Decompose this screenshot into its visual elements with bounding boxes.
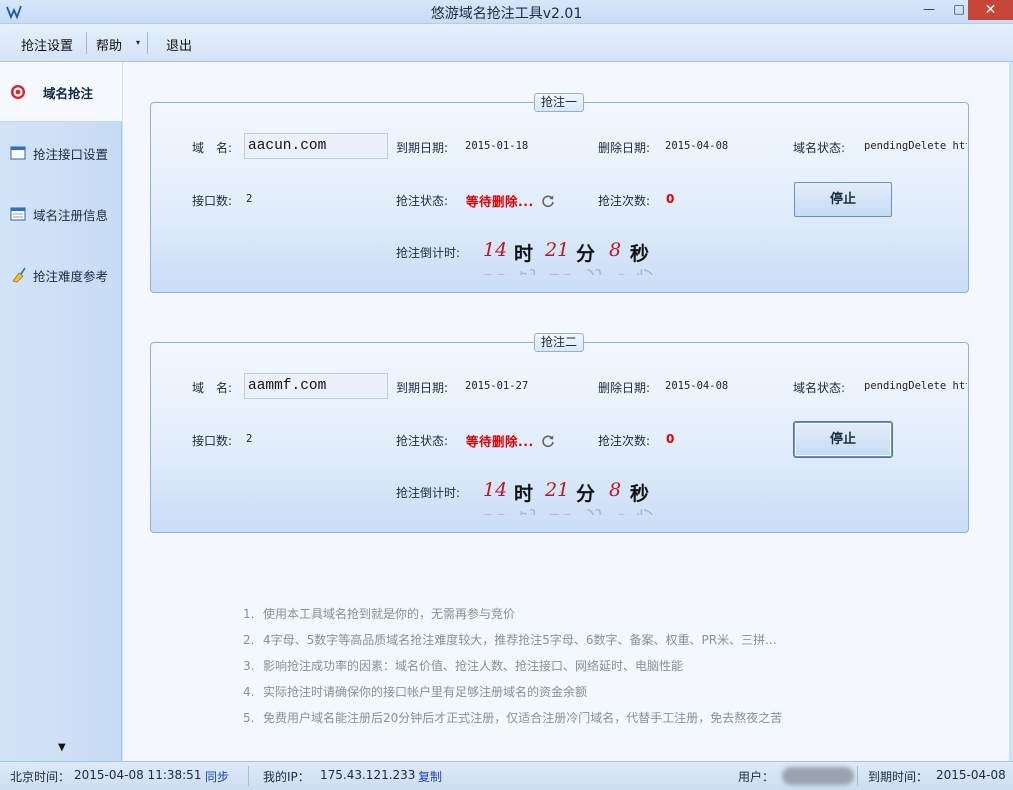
domain-label: 域 名: xyxy=(192,381,233,395)
tip-item: 5. 免费用户域名能注册后20分钟后才正式注册，仅适合注册冷门域名，代替手工注册，… xyxy=(243,711,783,725)
sidebar-item-difficulty-ref[interactable]: 抢注难度参考 xyxy=(0,245,122,305)
interface-count-value: 2 xyxy=(246,193,253,205)
ip-value: 175.43.121.233 xyxy=(320,768,416,782)
minimize-button[interactable]: — xyxy=(916,0,942,20)
user-name-redacted xyxy=(782,767,854,785)
attempts-value: 0 xyxy=(666,192,675,206)
status-separator xyxy=(857,766,858,786)
domain-input[interactable]: aammf.com xyxy=(244,373,388,399)
close-button[interactable]: ✕ xyxy=(968,0,1013,20)
domain-status-label: 域名状态: xyxy=(793,141,846,155)
sidebar-item-label: 域名抢注 xyxy=(43,86,94,101)
form-window-icon xyxy=(10,207,26,221)
menu-separator xyxy=(86,32,87,54)
sync-link[interactable]: 同步 xyxy=(205,768,229,785)
countdown-hours-unit: 时 xyxy=(514,483,534,505)
countdown-seconds-unit: 秒 xyxy=(630,483,650,505)
grab-panel-1: 抢注一 域 名: aacun.com 到期日期: 2015-01-18 删除日期… xyxy=(150,93,969,293)
beijing-time-label: 北京时间： xyxy=(10,770,71,784)
expire-date-label: 到期日期: xyxy=(396,381,449,395)
delete-date-label: 删除日期: xyxy=(598,141,651,155)
status-bar: 北京时间： 2015-04-08 11:38:51 同步 我的IP： 175.4… xyxy=(0,761,1013,790)
tip-item: 2. 4字母、5数字等高品质域名抢注难度较大，推荐抢注5字母、6数字、备案、权重、… xyxy=(243,633,777,647)
sidebar-item-registration-info[interactable]: 域名注册信息 xyxy=(0,184,122,244)
countdown-hours-unit: 时 xyxy=(514,243,534,265)
countdown-minutes-unit: 分 xyxy=(576,483,596,505)
panel-legend: 抢注一 xyxy=(534,93,585,112)
attempts-value: 0 xyxy=(666,432,675,446)
countdown-reflection: 14 时 21 分 8 秒 xyxy=(483,505,663,515)
user-label: 用户： xyxy=(738,770,775,784)
countdown-seconds-unit: 秒 xyxy=(630,243,650,265)
domain-status-label: 域名状态: xyxy=(793,381,846,395)
scroll-down-icon[interactable]: ▼ xyxy=(58,742,66,753)
grab-state-label: 抢注状态: xyxy=(396,434,449,448)
delete-date-value: 2015-04-08 xyxy=(665,380,729,392)
sidebar-item-label: 抢注接口设置 xyxy=(33,147,109,162)
status-separator xyxy=(248,766,249,786)
menu-separator xyxy=(147,32,148,54)
grab-state-value: 等待删除... xyxy=(466,434,534,449)
domain-status-value: pendingDelete htt xyxy=(864,140,967,152)
delete-date-value: 2015-04-08 xyxy=(665,140,729,152)
countdown-minutes: 21 xyxy=(545,239,570,261)
countdown-seconds: 8 xyxy=(609,479,622,501)
stop-button[interactable]: 停止 xyxy=(794,422,892,457)
domain-status-value: pendingDelete htt xyxy=(864,380,967,392)
refresh-icon xyxy=(542,195,554,208)
window-title: 悠游域名抢注工具v2.01 xyxy=(430,6,583,22)
expire-date-value: 2015-01-18 xyxy=(465,140,529,152)
menu-grab-settings[interactable]: 抢注设置 xyxy=(21,35,73,54)
stop-button[interactable]: 停止 xyxy=(794,182,892,217)
sidebar-item-domain-grab[interactable]: 域名抢注 xyxy=(0,62,122,122)
countdown-minutes-unit: 分 xyxy=(576,243,596,265)
interface-count-label: 接口数: xyxy=(192,194,233,208)
interface-count-label: 接口数: xyxy=(192,434,233,448)
menu-help[interactable]: 帮助 xyxy=(96,35,122,54)
expiry-value: 2015-04-08 xyxy=(936,768,1006,782)
ip-label: 我的IP： xyxy=(263,770,310,784)
domain-input[interactable]: aacun.com xyxy=(244,133,388,159)
title-bar: 悠游域名抢注工具v2.01 — □ ✕ xyxy=(0,0,1013,24)
attempts-label: 抢注次数: xyxy=(598,194,651,208)
grab-state-label: 抢注状态: xyxy=(396,194,449,208)
sidebar-item-interface-settings[interactable]: 抢注接口设置 xyxy=(0,123,122,183)
copy-link[interactable]: 复制 xyxy=(418,768,442,785)
menu-exit[interactable]: 退出 xyxy=(166,35,192,54)
grab-state-value: 等待删除... xyxy=(466,194,534,209)
countdown-minutes: 21 xyxy=(545,479,570,501)
countdown-hours: 14 xyxy=(483,479,508,501)
attempts-label: 抢注次数: xyxy=(598,434,651,448)
countdown-reflection: 14 时 21 分 8 秒 xyxy=(483,265,663,275)
sidebar: 域名抢注 抢注接口设置 域名注册信息 抢注难度参考 ▼ xyxy=(0,62,122,761)
panel-legend: 抢注二 xyxy=(534,333,585,352)
delete-date-label: 删除日期: xyxy=(598,381,651,395)
sidebar-item-label: 域名注册信息 xyxy=(33,208,109,223)
interface-count-value: 2 xyxy=(246,433,253,445)
grab-panel-2: 抢注二 域 名: aammf.com 到期日期: 2015-01-27 删除日期… xyxy=(150,333,969,533)
expire-date-label: 到期日期: xyxy=(396,141,449,155)
beijing-time-value: 2015-04-08 11:38:51 xyxy=(74,768,202,782)
countdown-label: 抢注倒计时: xyxy=(396,486,461,500)
sidebar-item-label: 抢注难度参考 xyxy=(33,269,109,284)
tip-item: 3. 影响抢注成功率的因素：域名价值、抢注人数、抢注接口、网络延时、电脑性能 xyxy=(243,659,684,673)
countdown-seconds: 8 xyxy=(609,239,622,261)
countdown-hours: 14 xyxy=(483,239,508,261)
tip-item: 4. 实际抢注时请确保你的接口帐户里有足够注册域名的资金余额 xyxy=(243,685,588,699)
target-icon xyxy=(11,85,25,99)
expiry-label: 到期时间： xyxy=(868,770,929,784)
refresh-icon xyxy=(542,435,554,448)
expire-date-value: 2015-01-27 xyxy=(465,380,529,392)
tip-item: 1. 使用本工具域名抢到就是你的，无需再参与竞价 xyxy=(243,607,516,621)
chevron-down-icon[interactable]: ▾ xyxy=(136,38,140,47)
window-icon xyxy=(10,146,26,160)
domain-label: 域 名: xyxy=(192,141,233,155)
menu-bar: 抢注设置 帮助 ▾ 退出 xyxy=(0,24,1013,62)
broom-icon xyxy=(12,267,26,283)
main-content: 抢注一 域 名: aacun.com 到期日期: 2015-01-18 删除日期… xyxy=(123,62,1009,761)
countdown-label: 抢注倒计时: xyxy=(396,246,461,260)
